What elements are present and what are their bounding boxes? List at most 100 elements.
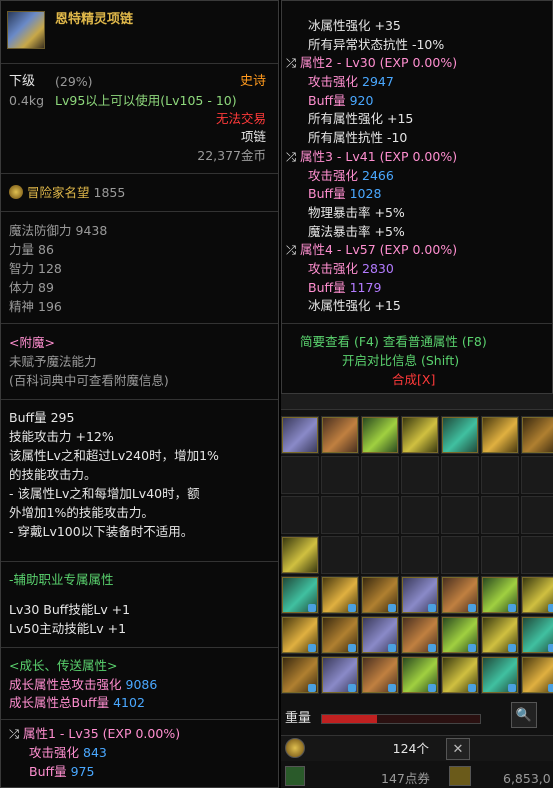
inventory-item-icon[interactable]: [362, 417, 398, 453]
item-level-req: Lv95以上可以使用(Lv105 - 10): [55, 93, 237, 108]
lock-icon: [308, 684, 316, 692]
divider: [1, 211, 278, 212]
close-icon: ✕: [452, 741, 464, 757]
medal-icon: [9, 185, 23, 199]
inventory-slot[interactable]: [361, 496, 399, 534]
inventory-item-icon[interactable]: [282, 417, 318, 453]
hint-shortcuts: 简要查看 (F4) 查看普通属性 (F8): [300, 334, 487, 349]
attr2-buff-row: Buff量 920: [308, 93, 374, 108]
stat-0: 魔法防御力 9438: [9, 223, 108, 238]
lock-icon: [348, 644, 356, 652]
lock-icon: [428, 684, 436, 692]
inventory-slot[interactable]: [521, 536, 553, 574]
lock-icon: [348, 684, 356, 692]
item-grade-pct: (29%): [55, 74, 93, 89]
inventory-slot[interactable]: [321, 456, 359, 494]
attr4-atk-row: 攻击强化 2830: [308, 261, 394, 276]
support-title: -辅助职业专属属性: [9, 572, 114, 587]
inventory-slot[interactable]: [441, 536, 479, 574]
attr2-title-row: ⤮ 属性2 - Lv30 (EXP 0.00%): [286, 55, 458, 70]
gold-value: 6,853,0: [503, 771, 551, 786]
attr2-atk-row: 攻击强化 2947: [308, 74, 394, 89]
inventory-slot[interactable]: [401, 496, 439, 534]
lock-icon: [548, 684, 553, 692]
attr1-atk-row: 攻击强化 843: [29, 745, 107, 760]
attr3-atk-row: 攻击强化 2466: [308, 168, 394, 183]
lock-icon: [508, 684, 516, 692]
inventory-slot[interactable]: [361, 536, 399, 574]
close-button[interactable]: ✕: [446, 738, 470, 760]
points-value: 147点券: [381, 771, 430, 786]
attr3-line2: 魔法暴击率 +5%: [308, 224, 405, 239]
lock-icon: [508, 604, 516, 612]
stat-4: 精神 196: [9, 299, 62, 314]
attr2-line2: 所有属性抗性 -10: [308, 130, 408, 145]
inventory-slot[interactable]: [401, 536, 439, 574]
growth-atk-row: 成长属性总攻击强化 9086: [9, 677, 158, 692]
inventory-item-icon[interactable]: [322, 417, 358, 453]
inventory-slot[interactable]: [361, 456, 399, 494]
right-ice-line: 冰属性强化 +35: [308, 18, 401, 33]
inventory-item-icon[interactable]: [482, 417, 518, 453]
stat-2: 智力 128: [9, 261, 62, 276]
divider: [1, 173, 278, 174]
lock-icon: [388, 604, 396, 612]
search-icon: 🔍: [515, 707, 533, 723]
attr4-buff-row: Buff量 1179: [308, 280, 382, 295]
search-button[interactable]: 🔍: [511, 702, 537, 728]
weight-label: 重量: [285, 711, 312, 726]
growth-title: <成长、传送属性>: [9, 658, 118, 673]
attr1-title-row: ⤮ 属性1 - Lv35 (EXP 0.00%): [9, 726, 181, 741]
item-rarity: 史诗: [239, 74, 266, 89]
inventory-slot[interactable]: [321, 536, 359, 574]
growth-buff-row: 成长属性总Buff量 4102: [9, 695, 145, 710]
lock-icon: [468, 684, 476, 692]
necklace-item-icon: [7, 11, 45, 49]
item-tooltip-left: 恩特精灵项链 下级 (29%) 史诗 0.4kg Lv95以上可以使用(Lv10…: [0, 0, 279, 788]
inventory-slot[interactable]: [321, 496, 359, 534]
inventory-slot[interactable]: [481, 456, 519, 494]
item-price: 22,377金币: [197, 148, 266, 163]
inventory-item-icon[interactable]: [522, 417, 553, 453]
buff-line-4: - 该属性Lv之和每增加Lv40时，额: [9, 486, 200, 501]
inventory-slot[interactable]: [441, 496, 479, 534]
item-name: 恩特精灵项链: [55, 12, 134, 27]
attr4-title-row: ⤮ 属性4 - Lv57 (EXP 0.00%): [286, 242, 458, 257]
inventory-slot[interactable]: [441, 456, 479, 494]
inventory-tab-bar[interactable]: [281, 394, 553, 410]
inventory-slot[interactable]: [281, 456, 319, 494]
attr3-line1: 物理暴击率 +5%: [308, 205, 405, 220]
adventure-row: 冒险家名望 1855: [9, 184, 125, 202]
attr3-buff-row: Buff量 1028: [308, 186, 382, 201]
inventory-slot[interactable]: [281, 496, 319, 534]
shuffle-icon: ⤮: [286, 55, 300, 70]
divider: [1, 719, 278, 720]
enchant-line1: 未赋予魔法能力: [9, 354, 97, 369]
buff-line-6: - 穿戴Lv100以下装备时不适用。: [9, 524, 194, 539]
points-icon: [285, 766, 305, 786]
buff-line-1: 技能攻击力 +12%: [9, 429, 114, 444]
shuffle-icon: ⤮: [9, 726, 23, 741]
divider: [1, 561, 278, 562]
buff-line-3: 的技能攻击力。: [9, 467, 97, 482]
adventure-label: 冒险家名望: [27, 185, 90, 200]
inventory-slot[interactable]: [481, 536, 519, 574]
inventory-item-icon[interactable]: [282, 537, 318, 573]
divider: [282, 323, 552, 324]
inventory-slot[interactable]: [481, 496, 519, 534]
lock-icon: [468, 604, 476, 612]
compose-button[interactable]: 合成[X]: [392, 371, 435, 389]
inventory-slot[interactable]: [521, 456, 553, 494]
lock-icon: [548, 644, 553, 652]
lock-icon: [308, 644, 316, 652]
inventory-slot[interactable]: [401, 456, 439, 494]
divider: [1, 647, 278, 648]
inventory-item-icon[interactable]: [442, 417, 478, 453]
lock-icon: [308, 604, 316, 612]
weight-bar-fill: [322, 715, 377, 723]
shuffle-icon: ⤮: [286, 242, 300, 257]
inventory-item-icon[interactable]: [402, 417, 438, 453]
lock-icon: [428, 644, 436, 652]
item-count: 124个: [392, 741, 429, 756]
inventory-slot[interactable]: [521, 496, 553, 534]
